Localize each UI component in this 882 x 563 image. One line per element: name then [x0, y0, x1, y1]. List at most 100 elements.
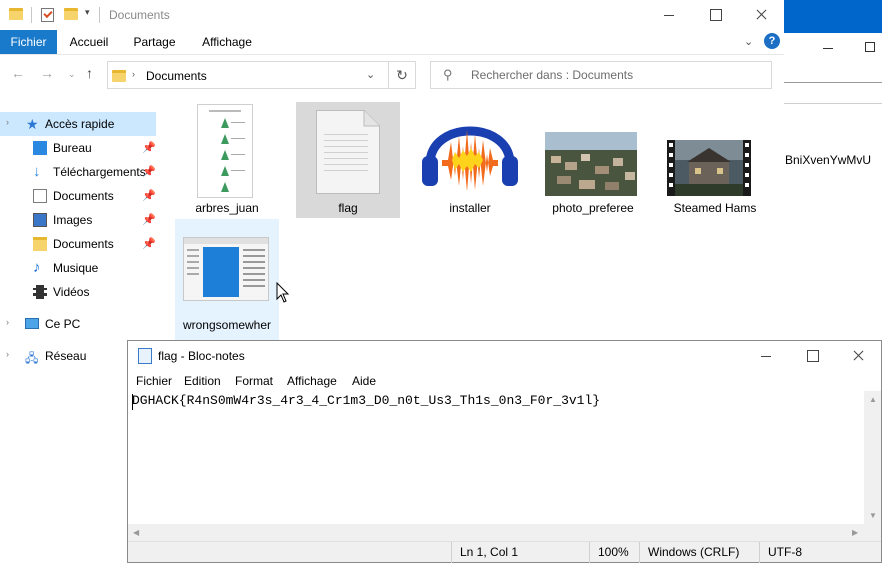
- line-ending: Windows (CRLF): [639, 542, 759, 563]
- new-folder-icon[interactable]: [64, 8, 78, 20]
- maximize-button[interactable]: [789, 341, 835, 371]
- folder-icon: [33, 237, 47, 251]
- maximize-button[interactable]: [692, 0, 738, 30]
- properties-icon[interactable]: [41, 8, 54, 22]
- file-name: arbres_juan: [195, 201, 259, 215]
- close-button[interactable]: [738, 0, 784, 30]
- notepad-titlebar: flag - Bloc-notes: [128, 341, 881, 371]
- menu-bar: Fichier Edition Format Affichage Aide: [128, 371, 881, 391]
- network-icon: 🖧: [25, 351, 39, 365]
- sidebar-item-telechargements[interactable]: ↓ Téléchargements 📌: [0, 160, 156, 184]
- scroll-right-icon[interactable]: ▶: [852, 528, 858, 537]
- forward-icon[interactable]: →: [40, 65, 54, 81]
- sidebar-item-label: Documents: [53, 237, 114, 251]
- sidebar-item-label: Téléchargements: [53, 165, 146, 179]
- notepad-window: flag - Bloc-notes Fichier Edition Format…: [127, 340, 882, 563]
- search-input[interactable]: [471, 68, 761, 82]
- text-editor[interactable]: DGHACK{R4nS0mW4r3s_4r3_4_Cr1m3_D0_n0t_Us…: [132, 393, 600, 408]
- sidebar-item-musique[interactable]: ♪ Musique: [0, 256, 156, 280]
- scroll-up-icon[interactable]: ▲: [869, 395, 877, 404]
- sidebar-item-videos[interactable]: Vidéos: [0, 280, 156, 304]
- breadcrumb[interactable]: Documents: [146, 69, 207, 83]
- menu-aide[interactable]: Aide: [352, 374, 376, 388]
- pin-icon[interactable]: 📌: [142, 213, 156, 226]
- menu-format[interactable]: Format: [235, 374, 273, 388]
- folder-icon: [112, 70, 126, 82]
- file-steamed-hams[interactable]: Steamed Hams: [663, 102, 767, 218]
- ribbon-tabs: Fichier Accueil Partage Affichage ⌄ ?: [0, 30, 784, 54]
- pin-icon[interactable]: 📌: [142, 141, 156, 154]
- tab-partage[interactable]: Partage: [127, 30, 182, 54]
- expand-ribbon-icon[interactable]: ⌄: [744, 35, 753, 48]
- navigation-pane: › ★ Accès rapide Bureau 📌 ↓ Téléchargeme…: [0, 104, 160, 365]
- pin-icon[interactable]: 📌: [142, 237, 156, 250]
- window-title: Documents: [109, 8, 170, 22]
- music-icon: ♪: [33, 259, 41, 276]
- file-name: Steamed Hams: [673, 201, 757, 215]
- sidebar-item-documents-folder[interactable]: Documents 📌: [0, 232, 156, 256]
- recent-locations-icon[interactable]: ⌄: [68, 69, 76, 80]
- scroll-down-icon[interactable]: ▼: [869, 511, 877, 520]
- file-installer[interactable]: installer: [418, 102, 522, 218]
- minimize-icon[interactable]: [823, 48, 833, 49]
- download-icon: ↓: [33, 163, 41, 180]
- sidebar-item-acces-rapide[interactable]: › ★ Accès rapide: [0, 112, 156, 136]
- explorer-titlebar: ▾ Documents: [0, 0, 784, 30]
- menu-edition[interactable]: Edition: [184, 374, 221, 388]
- audacity-icon: [422, 126, 518, 190]
- breadcrumb-chevron-icon[interactable]: ›: [132, 69, 135, 79]
- zoom-level: 100%: [589, 542, 639, 563]
- file-arbres-juan[interactable]: arbres_juan: [175, 102, 279, 218]
- text-caret: [132, 394, 133, 410]
- chevron-right-icon[interactable]: ›: [6, 349, 9, 359]
- text-file-icon: [316, 110, 380, 194]
- menu-fichier[interactable]: Fichier: [136, 374, 172, 388]
- sidebar-item-documents[interactable]: Documents 📌: [0, 184, 156, 208]
- pin-icon[interactable]: 📌: [142, 189, 156, 202]
- sidebar-item-images[interactable]: Images 📌: [0, 208, 156, 232]
- file-photo-preferee[interactable]: photo_preferee: [541, 102, 645, 218]
- address-bar[interactable]: › Documents ⌄: [107, 61, 389, 89]
- tab-accueil[interactable]: Accueil: [62, 30, 116, 54]
- file-name: wrongsomewher: [182, 318, 272, 332]
- minimize-button[interactable]: [743, 341, 789, 371]
- file-name: installer: [449, 201, 491, 215]
- search-box[interactable]: ⚲: [430, 61, 772, 89]
- refresh-button[interactable]: ↻: [389, 61, 416, 89]
- menu-affichage[interactable]: Affichage: [287, 374, 337, 388]
- customize-toolbar-icon[interactable]: ▾: [85, 7, 90, 18]
- chevron-down-icon[interactable]: ›: [6, 117, 9, 127]
- divider: [784, 103, 882, 104]
- file-name: photo_preferee: [552, 201, 634, 215]
- horizontal-scrollbar[interactable]: ◀ ▶: [128, 524, 864, 541]
- up-icon[interactable]: ↑: [86, 65, 93, 81]
- file-wrongsomewher[interactable]: wrongsomewher: [175, 219, 279, 340]
- scrollbar-corner: [864, 524, 881, 541]
- vertical-scrollbar[interactable]: ▲ ▼: [864, 391, 881, 524]
- tab-fichier[interactable]: Fichier: [0, 30, 57, 54]
- notepad-icon: [138, 348, 152, 364]
- desktop-icon: [33, 141, 47, 155]
- divider: [31, 7, 32, 23]
- help-icon[interactable]: ?: [764, 33, 780, 49]
- computer-icon: [25, 318, 39, 329]
- file-flag[interactable]: flag: [296, 102, 400, 218]
- sidebar-item-ce-pc[interactable]: › Ce PC: [0, 312, 156, 336]
- documents-icon: [33, 189, 47, 203]
- tab-affichage[interactable]: Affichage: [194, 30, 260, 54]
- back-icon[interactable]: ←: [11, 65, 25, 81]
- divider: [99, 7, 100, 23]
- sidebar-item-bureau[interactable]: Bureau 📌: [0, 136, 156, 160]
- chevron-down-icon[interactable]: ⌄: [366, 68, 375, 81]
- scroll-left-icon[interactable]: ◀: [133, 528, 139, 537]
- minimize-button[interactable]: [646, 0, 692, 30]
- background-window-titlebar: [784, 0, 882, 33]
- pin-icon[interactable]: 📌: [142, 165, 156, 178]
- divider: [784, 82, 882, 83]
- window-title: flag - Bloc-notes: [158, 349, 245, 363]
- images-icon: [33, 213, 47, 227]
- close-button[interactable]: [835, 341, 881, 371]
- maximize-icon[interactable]: [865, 42, 875, 52]
- video-icon: [33, 285, 47, 299]
- chevron-right-icon[interactable]: ›: [6, 317, 9, 327]
